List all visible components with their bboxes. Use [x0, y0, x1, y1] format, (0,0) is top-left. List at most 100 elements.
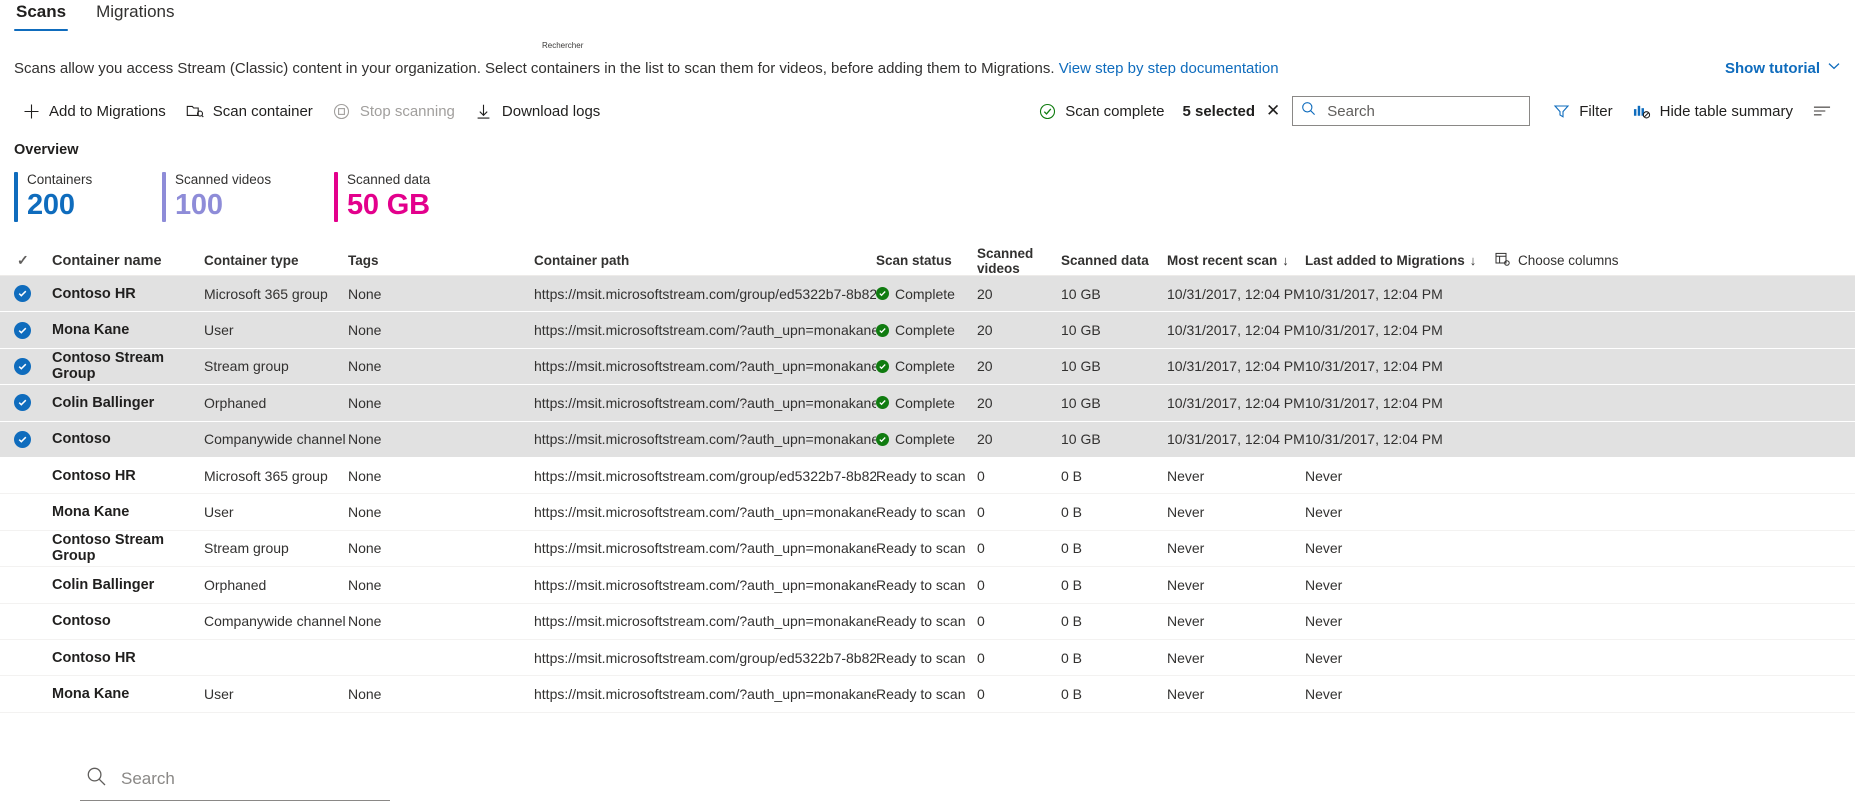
search-box[interactable] — [1292, 96, 1530, 126]
row-select-cell[interactable] — [14, 504, 52, 521]
select-all-checkbox[interactable]: ✓ — [14, 252, 52, 269]
table-row[interactable]: Mona KaneUserNonehttps://msit.microsofts… — [0, 494, 1855, 530]
cell-most-recent-scan: Never — [1167, 686, 1305, 702]
row-checkbox[interactable] — [14, 431, 31, 448]
row-select-cell[interactable] — [14, 467, 52, 484]
cell-most-recent-scan: Never — [1167, 577, 1305, 593]
cell-tags: None — [348, 286, 534, 302]
row-checkbox[interactable] — [14, 504, 31, 521]
download-logs-button[interactable]: Download logs — [467, 95, 612, 127]
row-select-cell[interactable] — [14, 431, 52, 448]
cell-scan-status: Complete — [876, 358, 977, 374]
cell-container-path: https://msit.microsoftstream.com/?auth_u… — [534, 540, 876, 556]
table-row[interactable]: ContosoCompanywide channelNonehttps://ms… — [0, 422, 1855, 458]
chart-hide-icon — [1633, 102, 1651, 120]
cell-scan-status: Complete — [876, 431, 977, 447]
row-checkbox[interactable] — [14, 649, 31, 666]
cell-container-type: Companywide channel — [204, 613, 348, 629]
hide-table-summary-button[interactable]: Hide table summary — [1625, 95, 1805, 127]
column-header-scan-status[interactable]: Scan status — [876, 253, 977, 268]
status-badge: Ready to scan — [876, 577, 966, 593]
description-body: Scans allow you access Stream (Classic) … — [14, 60, 1059, 77]
table-row[interactable]: Colin BallingerOrphanedNonehttps://msit.… — [0, 385, 1855, 421]
choose-columns-icon — [1495, 252, 1510, 269]
column-header-container-path[interactable]: Container path — [534, 253, 876, 268]
row-checkbox[interactable] — [14, 394, 31, 411]
row-checkbox[interactable] — [14, 576, 31, 593]
cell-tags: None — [348, 431, 534, 447]
cell-tags: None — [348, 577, 534, 593]
cell-scan-status: Complete — [876, 322, 977, 338]
add-to-migrations-button[interactable]: Add to Migrations — [14, 95, 178, 127]
cell-most-recent-scan: Never — [1167, 504, 1305, 520]
cell-scan-status: Ready to scan — [876, 577, 977, 593]
cell-most-recent-scan: Never — [1167, 613, 1305, 629]
scan-container-button[interactable]: Scan container — [178, 95, 325, 127]
table-row[interactable]: Contoso Stream GroupStream groupNonehttp… — [0, 531, 1855, 567]
column-header-container-name[interactable]: Container name — [52, 253, 204, 269]
cell-most-recent-scan: 10/31/2017, 12:04 PM — [1167, 322, 1305, 338]
view-options-button[interactable] — [1805, 95, 1843, 127]
table-row[interactable]: Contoso HRMicrosoft 365 groupNonehttps:/… — [0, 458, 1855, 494]
search-input[interactable] — [1325, 102, 1521, 121]
table-row[interactable]: ContosoCompanywide channelNonehttps://ms… — [0, 604, 1855, 640]
selected-count[interactable]: 5 selected ✕ — [1182, 101, 1292, 121]
row-select-cell[interactable] — [14, 285, 52, 302]
cell-scanned-data: 10 GB — [1061, 322, 1167, 338]
row-checkbox[interactable] — [14, 613, 31, 630]
row-checkbox[interactable] — [14, 322, 31, 339]
show-tutorial-button[interactable]: Show tutorial — [1725, 59, 1841, 77]
description-text: Scans allow you access Stream (Classic) … — [14, 60, 1279, 77]
status-badge: Complete — [895, 358, 955, 374]
column-header-scanned-videos[interactable]: Scanned videos — [977, 246, 1061, 276]
row-checkbox[interactable] — [14, 685, 31, 702]
table-row[interactable]: Contoso Stream GroupStream groupNonehttp… — [0, 349, 1855, 385]
close-icon[interactable]: ✕ — [1266, 101, 1280, 121]
cell-scanned-videos: 0 — [977, 468, 1061, 484]
column-header-tags[interactable]: Tags — [348, 253, 534, 268]
row-select-cell[interactable] — [14, 540, 52, 557]
row-checkbox[interactable] — [14, 285, 31, 302]
download-logs-label: Download logs — [502, 103, 600, 120]
row-select-cell[interactable] — [14, 685, 52, 702]
tab-migrations[interactable]: Migrations — [94, 0, 176, 31]
table-row[interactable]: Mona KaneUserNonehttps://msit.microsofts… — [0, 676, 1855, 712]
table-row[interactable]: Colin BallingerOrphanedNonehttps://msit.… — [0, 567, 1855, 603]
cell-container-path: https://msit.microsoftstream.com/?auth_u… — [534, 395, 876, 411]
table-row[interactable]: Contoso HRhttps://msit.microsoftstream.c… — [0, 640, 1855, 676]
cell-scanned-videos: 20 — [977, 286, 1061, 302]
floating-search-popup[interactable] — [80, 760, 390, 801]
table-row[interactable]: Mona KaneUserNonehttps://msit.microsofts… — [0, 312, 1855, 348]
row-checkbox[interactable] — [14, 467, 31, 484]
row-select-cell[interactable] — [14, 576, 52, 593]
documentation-link[interactable]: View step by step documentation — [1059, 60, 1279, 77]
filter-button[interactable]: Filter — [1544, 95, 1624, 127]
row-select-cell[interactable] — [14, 394, 52, 411]
row-select-cell[interactable] — [14, 358, 52, 375]
cell-scanned-data: 10 GB — [1061, 395, 1167, 411]
row-select-cell[interactable] — [14, 649, 52, 666]
row-select-cell[interactable] — [14, 613, 52, 630]
table-header-row: ✓ Container name Container type Tags Con… — [0, 246, 1855, 276]
column-header-container-type[interactable]: Container type — [204, 253, 348, 268]
cell-scanned-videos: 0 — [977, 540, 1061, 556]
tab-scans-label: Scans — [16, 2, 66, 21]
cell-container-name: Contoso Stream Group — [52, 350, 204, 382]
row-checkbox[interactable] — [14, 358, 31, 375]
floating-search-input[interactable] — [119, 768, 386, 790]
row-select-cell[interactable] — [14, 322, 52, 339]
tab-scans[interactable]: Scans — [14, 0, 68, 31]
column-header-most-recent-scan-label: Most recent scan — [1167, 253, 1277, 268]
cell-container-name: Contoso HR — [52, 650, 204, 666]
column-header-last-added[interactable]: Last added to Migrations↓ — [1305, 253, 1495, 268]
cell-most-recent-scan: 10/31/2017, 12:04 PM — [1167, 431, 1305, 447]
column-header-scanned-data[interactable]: Scanned data — [1061, 253, 1167, 268]
column-header-most-recent-scan[interactable]: Most recent scan↓ — [1167, 253, 1305, 268]
cell-scanned-data: 10 GB — [1061, 431, 1167, 447]
table-row[interactable]: Contoso HRMicrosoft 365 groupNonehttps:/… — [0, 276, 1855, 312]
cell-tags: None — [348, 613, 534, 629]
row-checkbox[interactable] — [14, 540, 31, 557]
cell-most-recent-scan: 10/31/2017, 12:04 PM — [1167, 358, 1305, 374]
choose-columns-button[interactable]: Choose columns — [1495, 252, 1855, 269]
cell-container-name: Mona Kane — [52, 686, 204, 702]
